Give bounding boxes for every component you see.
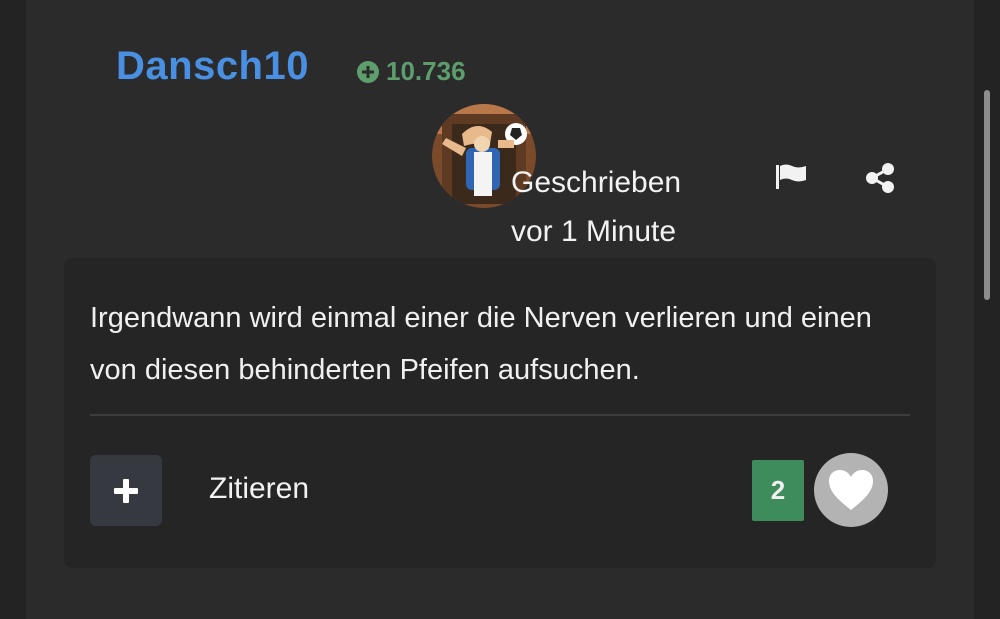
report-button[interactable] (772, 161, 810, 193)
scrollbar[interactable] (984, 90, 990, 300)
share-button[interactable] (862, 160, 898, 196)
plus-icon (114, 478, 138, 503)
plus-circle-icon (357, 60, 379, 83)
author-username-link[interactable]: Dansch10 (116, 44, 309, 89)
time-ago: vor 1 Minute (511, 215, 677, 248)
heart-icon (829, 470, 873, 510)
like-count-badge[interactable]: 2 (752, 460, 804, 521)
quote-button[interactable]: Zitieren (209, 472, 309, 506)
share-icon (866, 163, 894, 193)
post-text: Irgendwann wird einmal einer die Nerven … (90, 302, 872, 386)
like-button[interactable] (814, 453, 888, 527)
reputation-badge[interactable]: 10.736 (356, 56, 466, 87)
divider (90, 414, 910, 416)
multiquote-button[interactable] (90, 455, 162, 526)
reputation-value: 10.736 (386, 56, 466, 86)
post-timestamp: Geschrieben vor 1 Minute (511, 158, 681, 256)
written-label: Geschrieben (511, 166, 682, 199)
post-body: Irgendwann wird einmal einer die Nerven … (64, 258, 936, 568)
flag-icon (776, 164, 806, 189)
